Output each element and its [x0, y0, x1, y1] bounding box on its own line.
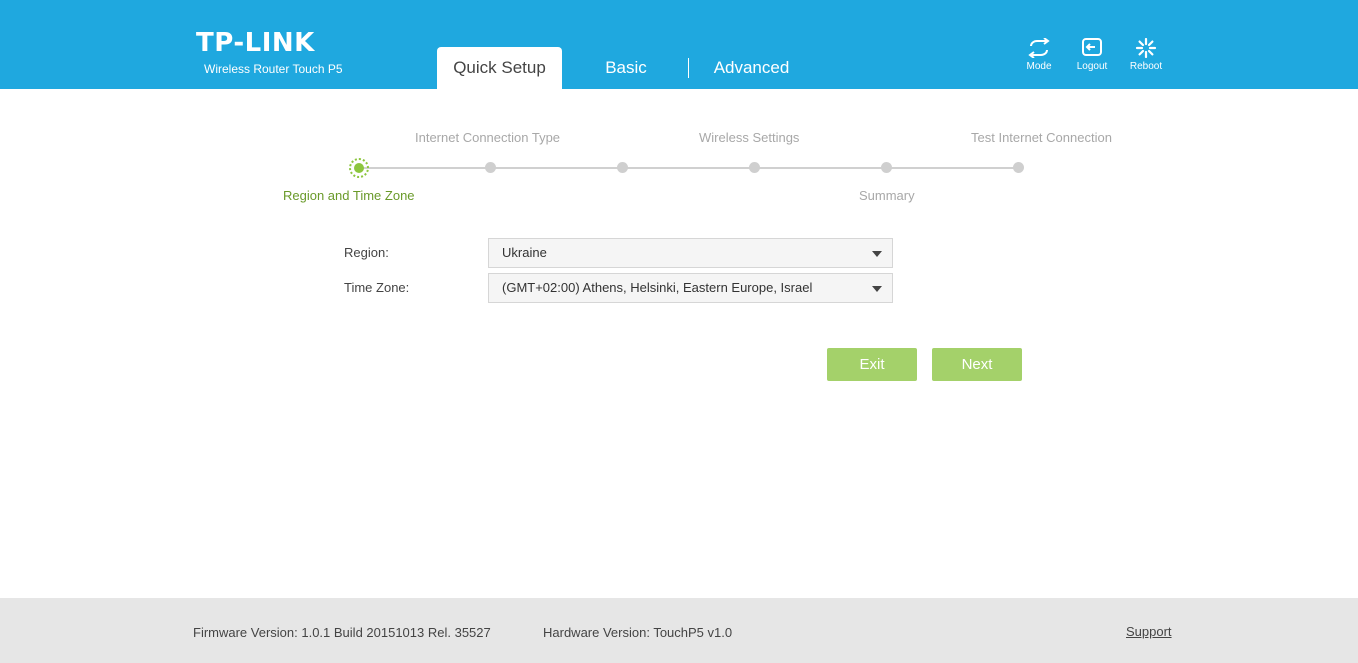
step-label-test-internet-connection: Test Internet Connection — [971, 130, 1112, 145]
mode-button[interactable]: Mode — [1015, 38, 1063, 72]
step-label-internet-connection-type: Internet Connection Type — [415, 130, 561, 145]
step-dot-2 — [485, 162, 496, 173]
reboot-button[interactable]: Reboot — [1122, 38, 1170, 72]
timezone-select[interactable]: (GMT+02:00) Athens, Helsinki, Eastern Eu… — [488, 273, 893, 303]
timezone-label: Time Zone: — [344, 280, 410, 295]
logout-label: Logout — [1076, 61, 1108, 72]
region-label: Region: — [344, 245, 389, 260]
step-dot-5 — [881, 162, 892, 173]
tab-quick-setup[interactable]: Quick Setup — [437, 47, 562, 89]
reboot-icon — [1135, 38, 1157, 58]
logout-icon — [1082, 38, 1102, 56]
mode-icon — [1028, 38, 1050, 58]
step-dot-4 — [749, 162, 760, 173]
exit-button[interactable]: Exit — [827, 348, 917, 381]
mode-label: Mode — [1026, 61, 1052, 72]
timezone-value: (GMT+02:00) Athens, Helsinki, Eastern Eu… — [502, 280, 813, 295]
step-dot-3 — [617, 162, 628, 173]
progress-track — [359, 167, 1019, 169]
dropdown-caret-icon — [872, 251, 882, 257]
tab-basic[interactable]: Basic — [586, 47, 666, 89]
model-name: Wireless Router Touch P5 — [204, 62, 343, 76]
top-header: TP-LINK Wireless Router Touch P5 Quick S… — [0, 0, 1358, 89]
next-button[interactable]: Next — [932, 348, 1022, 381]
tab-advanced[interactable]: Advanced — [704, 47, 799, 89]
step-label-region-time-zone: Region and Time Zone — [283, 188, 415, 203]
step-label-wireless-settings: Wireless Settings — [699, 130, 800, 145]
step-dot-current — [349, 158, 369, 178]
footer: Firmware Version: 1.0.1 Build 20151013 R… — [0, 598, 1358, 663]
tab-divider — [688, 58, 689, 78]
step-dot-6 — [1013, 162, 1024, 173]
step-label-summary: Summary — [859, 188, 915, 203]
support-link[interactable]: Support — [1126, 624, 1172, 639]
brand-logo: TP-LINK — [196, 28, 315, 58]
region-select[interactable]: Ukraine — [488, 238, 893, 268]
hardware-version: Hardware Version: TouchP5 v1.0 — [543, 625, 733, 640]
firmware-version: Firmware Version: 1.0.1 Build 20151013 R… — [193, 625, 491, 640]
logout-button[interactable]: Logout — [1068, 38, 1116, 72]
dropdown-caret-icon — [872, 286, 882, 292]
region-value: Ukraine — [502, 245, 547, 260]
reboot-label: Reboot — [1129, 61, 1163, 72]
